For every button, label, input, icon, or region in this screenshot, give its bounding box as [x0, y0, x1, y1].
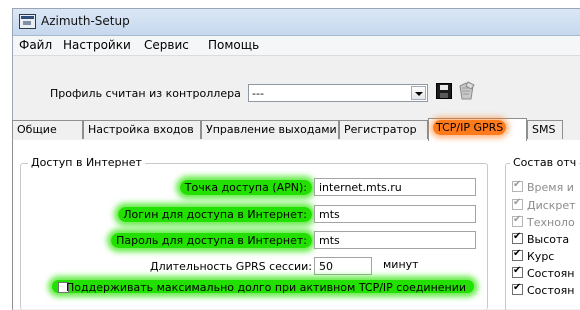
report-item-altitude[interactable]: Высота	[512, 231, 569, 246]
tab-strip: Общие Настройка входов Управление выхода…	[12, 118, 580, 141]
session-units-label: минут	[383, 258, 419, 271]
password-input[interactable]: mts	[314, 231, 476, 249]
chevron-down-icon[interactable]	[411, 86, 426, 100]
report-checkbox[interactable]	[512, 231, 523, 244]
report-item-state-2[interactable]: Состоян	[512, 282, 574, 297]
report-checkbox[interactable]	[512, 197, 523, 210]
menu-help[interactable]: Помощь	[208, 38, 259, 52]
report-item-time[interactable]: Время и	[512, 179, 574, 194]
title-bar: Azimuth-Setup	[13, 9, 580, 36]
report-checkbox[interactable]	[512, 179, 523, 192]
tab-tcpip-gprs[interactable]: TCP/IP GPRS	[428, 118, 527, 141]
report-item-discrete[interactable]: Дискрет	[512, 197, 576, 212]
profile-select-value: ---	[252, 87, 264, 100]
menu-service[interactable]: Сервис	[144, 38, 189, 52]
apn-input[interactable]: internet.mts.ru	[314, 178, 476, 196]
window-title: Azimuth-Setup	[41, 14, 130, 28]
report-checkbox[interactable]	[512, 282, 523, 295]
menu-settings[interactable]: Настройки	[63, 38, 131, 52]
profile-select[interactable]: ---	[248, 84, 428, 102]
tab-sms[interactable]: SMS	[527, 120, 563, 139]
report-item-state-1[interactable]: Состоян	[512, 265, 574, 280]
password-label: Пароль для доступа в Интернет:	[111, 233, 312, 248]
menu-bar: Файл Настройки Сервис Помощь	[13, 36, 580, 56]
report-item-tech[interactable]: Техноло	[512, 214, 575, 229]
internet-access-legend: Доступ в Интернет	[28, 156, 145, 169]
apn-label: Точка доступа (APN):	[179, 180, 312, 195]
eraser-icon[interactable]	[456, 81, 476, 102]
report-checkbox[interactable]	[512, 248, 523, 261]
report-checkbox[interactable]	[512, 265, 523, 278]
report-checkbox[interactable]	[512, 214, 523, 227]
session-duration-label: Длительность GPRS сессии:	[149, 260, 312, 273]
tab-outputs[interactable]: Управление выходами	[201, 120, 339, 139]
report-contents-legend: Состав отч	[510, 156, 580, 169]
save-icon[interactable]	[436, 83, 452, 99]
tab-general[interactable]: Общие	[12, 120, 83, 139]
session-duration-input[interactable]: 50	[314, 257, 372, 275]
tab-inputs[interactable]: Настройка входов	[83, 120, 201, 139]
tab-recorder[interactable]: Регистратор	[339, 120, 428, 139]
login-input[interactable]: mts	[314, 205, 476, 223]
keep-alive-label: Поддерживать максимально долго при актив…	[66, 281, 467, 294]
profile-label: Профиль считан из контроллера	[50, 87, 241, 100]
login-label: Логин для доступа в Интернет:	[118, 207, 312, 222]
menu-file[interactable]: Файл	[19, 38, 52, 52]
report-item-course[interactable]: Курс	[512, 248, 554, 263]
app-icon	[19, 14, 36, 29]
